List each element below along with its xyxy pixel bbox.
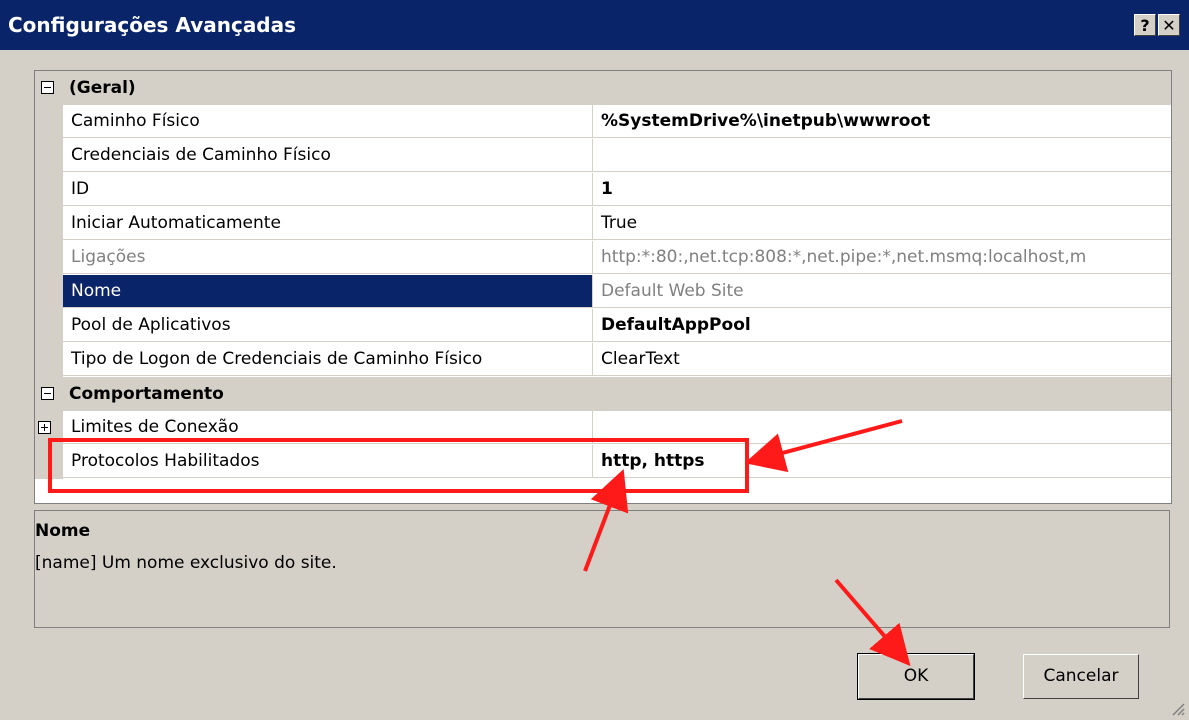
property-value[interactable]: True <box>593 207 1171 240</box>
property-row[interactable]: Iniciar Automaticamente True <box>35 207 1171 241</box>
property-row[interactable]: ID 1 <box>35 173 1171 207</box>
category-geral[interactable]: (Geral) <box>35 71 1171 105</box>
window-title: Configurações Avançadas <box>8 13 297 37</box>
category-label: Comportamento <box>69 384 224 404</box>
property-row[interactable]: Pool de Aplicativos DefaultAppPool <box>35 309 1171 343</box>
property-grid: (Geral) Caminho Físico %SystemDrive%\ine… <box>34 70 1172 504</box>
row-indent <box>35 139 63 173</box>
expand-icon[interactable] <box>38 421 51 434</box>
row-indent <box>35 343 63 377</box>
property-row[interactable]: Credenciais de Caminho Físico <box>35 139 1171 173</box>
cancel-button[interactable]: Cancelar <box>1023 654 1139 699</box>
property-name: Credenciais de Caminho Físico <box>63 139 593 172</box>
property-row[interactable]: Tipo de Logon de Credenciais de Caminho … <box>35 343 1171 377</box>
category-comportamento[interactable]: Comportamento <box>35 377 1171 411</box>
property-name: Tipo de Logon de Credenciais de Caminho … <box>63 343 593 376</box>
property-row[interactable]: Protocolos Habilitados http, https <box>35 445 1171 479</box>
ok-button[interactable]: OK <box>857 653 975 700</box>
property-name: ID <box>63 173 593 206</box>
property-value[interactable] <box>593 139 1171 172</box>
property-row[interactable]: Caminho Físico %SystemDrive%\inetpub\www… <box>35 105 1171 139</box>
row-indent <box>35 445 63 479</box>
row-indent <box>35 173 63 207</box>
collapse-icon[interactable] <box>41 81 54 94</box>
row-indent <box>35 275 63 309</box>
property-name: Nome <box>63 275 593 308</box>
row-indent <box>35 241 63 275</box>
collapse-icon[interactable] <box>41 387 54 400</box>
row-indent <box>35 309 63 343</box>
title-bar: Configurações Avançadas ? ✕ <box>0 0 1189 50</box>
description-title: Nome <box>35 521 91 541</box>
property-name: Limites de Conexão <box>63 411 593 444</box>
close-button[interactable]: ✕ <box>1158 14 1180 36</box>
property-value[interactable]: http:*:80:,net.tcp:808:*,net.pipe:*,net.… <box>593 241 1171 274</box>
resize-grip-icon[interactable] <box>1169 700 1185 716</box>
property-name: Pool de Aplicativos <box>63 309 593 342</box>
category-label: (Geral) <box>69 78 136 98</box>
property-name: Ligações <box>63 241 593 274</box>
property-name: Iniciar Automaticamente <box>63 207 593 240</box>
property-value[interactable]: 1 <box>593 173 1171 206</box>
row-indent <box>35 105 63 139</box>
property-row[interactable]: Ligações http:*:80:,net.tcp:808:*,net.pi… <box>35 241 1171 275</box>
property-value[interactable]: Default Web Site <box>593 275 1171 308</box>
description-text: [name] Um nome exclusivo do site. <box>35 553 337 573</box>
description-panel: Nome [name] Um nome exclusivo do site. <box>34 510 1170 628</box>
property-row[interactable]: Limites de Conexão <box>35 411 1171 445</box>
property-value[interactable]: http, https <box>593 445 1171 478</box>
property-value[interactable]: ClearText <box>593 343 1171 376</box>
property-name: Caminho Físico <box>63 105 593 138</box>
row-indent <box>35 207 63 241</box>
property-value[interactable]: DefaultAppPool <box>593 309 1171 342</box>
help-button[interactable]: ? <box>1134 14 1156 36</box>
property-value[interactable]: %SystemDrive%\inetpub\wwwroot <box>593 105 1171 138</box>
property-value[interactable] <box>593 411 1171 444</box>
property-name: Protocolos Habilitados <box>63 445 593 478</box>
property-row-selected[interactable]: Nome Default Web Site <box>35 275 1171 309</box>
